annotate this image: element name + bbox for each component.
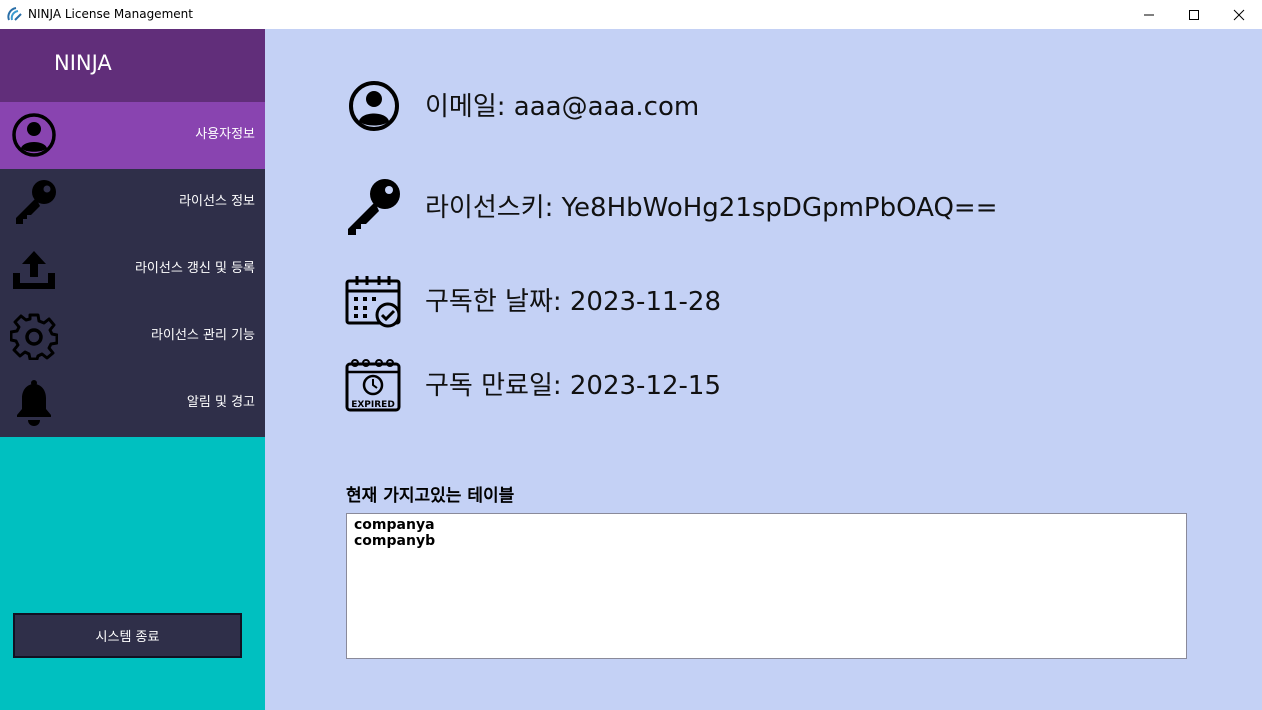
key-icon (16, 180, 56, 224)
user-circle-icon (12, 113, 56, 157)
minimize-button[interactable] (1126, 0, 1172, 29)
title-bar: NINJA License Management (0, 0, 1262, 29)
list-item[interactable]: companyb (354, 533, 1179, 549)
expiry-date-text: 구독 만료일: 2023-12-15 (425, 371, 721, 401)
window-title: NINJA License Management (28, 7, 193, 21)
list-item[interactable]: companya (354, 517, 1179, 533)
sidebar-item-alerts[interactable]: 알림 및 경고 (0, 370, 265, 437)
expired-badge-text: EXPIRED (351, 400, 395, 410)
app-logo-icon (7, 7, 22, 21)
bell-icon (17, 380, 51, 426)
close-icon (1233, 9, 1245, 20)
sidebar-item-license-renew[interactable]: 라이선스 갱신 및 등록 (0, 236, 265, 303)
upload-icon (13, 251, 55, 289)
exit-system-button[interactable]: 시스템 종료 (13, 613, 242, 658)
maximize-icon (1189, 9, 1199, 20)
brand-name: NINJA (54, 51, 112, 75)
tables-title: 현재 가지고있는 테이블 (346, 486, 515, 506)
sidebar-item-license-manage[interactable]: 라이선스 관리 기능 (0, 303, 265, 370)
key-icon (348, 179, 400, 235)
user-circle-icon (349, 81, 399, 131)
sidebar: NINJA 사용자정보 라이선스 정보 라이선스 갱신 및 등록 라이선스 관리… (0, 29, 265, 710)
close-button[interactable] (1216, 0, 1262, 29)
main-panel: 이메일: aaa@aaa.com 라이선스키: Ye8HbWoHg21spDGp… (265, 29, 1262, 710)
calendar-check-icon (345, 276, 401, 328)
sidebar-item-license-info[interactable]: 라이선스 정보 (0, 169, 265, 236)
minimize-icon (1144, 14, 1154, 15)
sidebar-item-label: 라이선스 관리 기능 (151, 328, 255, 343)
sidebar-item-user-info[interactable]: 사용자정보 (0, 102, 265, 169)
license-key-text: 라이선스키: Ye8HbWoHg21spDGpmPbOAQ== (425, 193, 998, 223)
expired-calendar-icon: EXPIRED (345, 359, 401, 412)
sidebar-item-label: 라이선스 갱신 및 등록 (134, 261, 255, 276)
brand-header: NINJA (0, 29, 265, 102)
maximize-button[interactable] (1171, 0, 1217, 29)
sidebar-item-label: 알림 및 경고 (186, 395, 255, 410)
email-text: 이메일: aaa@aaa.com (425, 92, 700, 122)
sidebar-item-label: 라이선스 정보 (179, 194, 255, 209)
sidebar-nav: 사용자정보 라이선스 정보 라이선스 갱신 및 등록 라이선스 관리 기능 알림… (0, 102, 265, 437)
tables-list[interactable]: companya companyb (346, 513, 1187, 659)
sidebar-item-label: 사용자정보 (195, 127, 255, 142)
gear-icon (10, 313, 58, 360)
subscribed-date-text: 구독한 날짜: 2023-11-28 (425, 287, 721, 317)
